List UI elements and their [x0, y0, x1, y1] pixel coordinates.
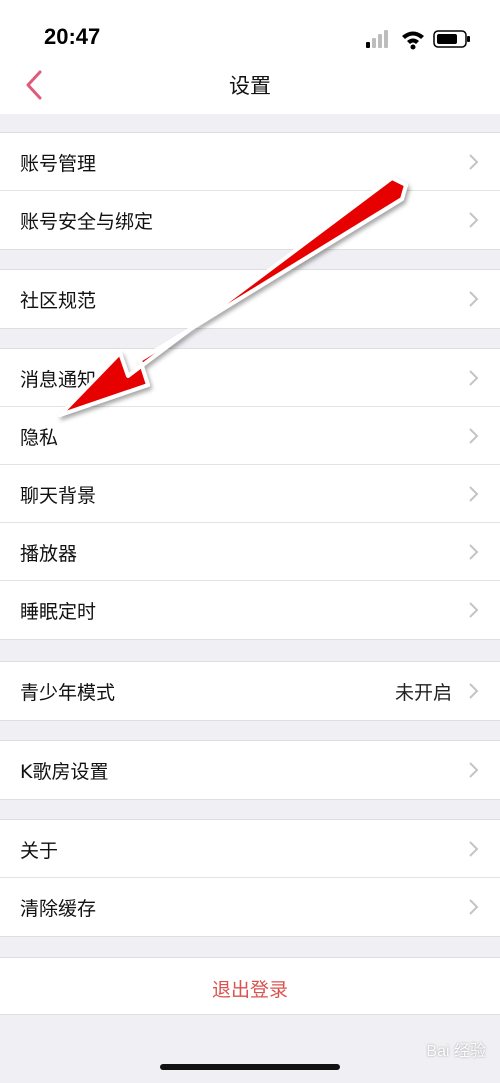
- row-teen-mode[interactable]: 青少年模式 未开启: [0, 662, 500, 720]
- chevron-right-icon: [469, 370, 479, 386]
- chevron-right-icon: [469, 602, 479, 618]
- settings-group-general: 消息通知 隐私 聊天背景 播放器 睡眠定时: [0, 348, 500, 640]
- row-label: 消息通知: [20, 369, 97, 391]
- row-label: 隐私: [20, 427, 59, 449]
- home-indicator: [160, 1064, 340, 1070]
- row-notifications[interactable]: 消息通知: [0, 349, 500, 407]
- chevron-right-icon: [469, 291, 479, 307]
- row-label: 睡眠定时: [20, 601, 97, 623]
- row-ktv-room-settings[interactable]: K歌房设置: [0, 741, 500, 799]
- wifi-icon: [402, 31, 424, 50]
- status-time: 20:47: [44, 24, 101, 49]
- teen-mode-status: 未开启: [394, 682, 452, 704]
- chevron-right-icon: [469, 154, 479, 170]
- page-title: 设置: [229, 74, 271, 98]
- row-label: 清除缓存: [20, 898, 97, 920]
- chevron-right-icon: [469, 899, 479, 915]
- watermark-logo: Bai 经验: [426, 1037, 486, 1061]
- logout-label: 退出登录: [211, 979, 288, 1001]
- settings-group-ktv: K歌房设置: [0, 740, 500, 800]
- row-account-management[interactable]: 账号管理: [0, 133, 500, 191]
- row-label: 聊天背景: [20, 485, 97, 507]
- row-label: 账号管理: [20, 153, 97, 175]
- chevron-right-icon: [469, 762, 479, 778]
- row-sleep-timer[interactable]: 睡眠定时: [0, 581, 500, 639]
- row-about[interactable]: 关于: [0, 820, 500, 878]
- chevron-right-icon: [469, 544, 479, 560]
- chevron-right-icon: [469, 683, 479, 699]
- row-privacy[interactable]: 隐私: [0, 407, 500, 465]
- chevron-right-icon: [469, 486, 479, 502]
- row-label: 播放器: [20, 543, 78, 565]
- row-account-security[interactable]: 账号安全与绑定: [0, 191, 500, 249]
- settings-group-account: 账号管理 账号安全与绑定: [0, 132, 500, 250]
- nav-bar: 设置: [0, 56, 500, 114]
- row-label: K歌房设置: [20, 761, 109, 783]
- settings-group-about: 关于 清除缓存: [0, 819, 500, 937]
- row-player[interactable]: 播放器: [0, 523, 500, 581]
- chevron-right-icon: [469, 212, 479, 228]
- row-chat-background[interactable]: 聊天背景: [0, 465, 500, 523]
- chevron-right-icon: [469, 841, 479, 857]
- battery-icon: [433, 30, 470, 48]
- cellular-signal-icon: [366, 30, 388, 48]
- row-community-rules[interactable]: 社区规范: [0, 270, 500, 328]
- row-label: 社区规范: [20, 290, 97, 312]
- row-label: 账号安全与绑定: [20, 211, 154, 233]
- row-label: 关于: [20, 840, 59, 862]
- logout-button[interactable]: 退出登录: [0, 957, 500, 1015]
- settings-group-community: 社区规范: [0, 269, 500, 329]
- watermark-text: Bai 经验: [426, 1043, 486, 1060]
- status-icons: [366, 30, 470, 50]
- row-label: 青少年模式: [20, 682, 116, 704]
- chevron-right-icon: [469, 428, 479, 444]
- status-bar: 20:47: [0, 0, 500, 64]
- settings-group-teen: 青少年模式 未开启: [0, 661, 500, 721]
- row-clear-cache[interactable]: 清除缓存: [0, 878, 500, 936]
